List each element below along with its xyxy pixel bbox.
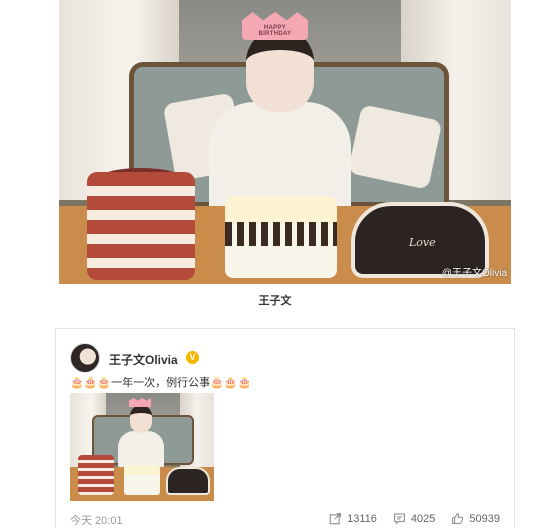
berry-cake (87, 172, 195, 280)
verified-badge-icon: V (186, 351, 199, 364)
thumb-person-head (130, 405, 152, 433)
comment-count: 4025 (410, 512, 436, 525)
comment-icon (394, 513, 405, 524)
crown-text: HAPPY BIRTHDAY (258, 25, 292, 37)
weibo-post-card: 王子文Olivia V 🎂🎂🎂一年一次，例行公事🎂🎂🎂 今天 20:01 131… (55, 328, 515, 528)
comment-button[interactable]: 4025 (393, 512, 435, 525)
like-count: 50939 (469, 512, 500, 525)
username[interactable]: 王子文Olivia (109, 351, 178, 368)
post-text: 🎂🎂🎂一年一次，例行公事🎂🎂🎂 (70, 377, 252, 389)
thumb-berry-cake (78, 455, 114, 495)
share-icon (329, 513, 342, 525)
chocolate-drip (225, 222, 337, 246)
photo-caption: 王子文 (258, 295, 292, 307)
thumbs-up-icon (452, 513, 464, 524)
thumb-heart-cake (166, 467, 210, 495)
thumb-drip-cake (124, 465, 160, 495)
repost-count: 13116 (347, 512, 377, 525)
post-image[interactable] (70, 393, 214, 501)
article-photo: HAPPY BIRTHDAY Love @王子文Olivia (59, 0, 511, 284)
repost-button[interactable]: 13116 (329, 512, 377, 525)
like-button[interactable]: 50939 (451, 512, 500, 525)
person-head (246, 28, 314, 112)
thumb-crown (129, 398, 151, 407)
thumb-person-body (118, 431, 164, 469)
post-actions: 13116 4025 50939 (329, 512, 500, 525)
photo-watermark: @王子文Olivia (441, 268, 507, 279)
avatar[interactable] (70, 343, 100, 373)
post-time[interactable]: 今天 20:01 (70, 512, 123, 528)
cake-love-text: Love (409, 236, 436, 249)
